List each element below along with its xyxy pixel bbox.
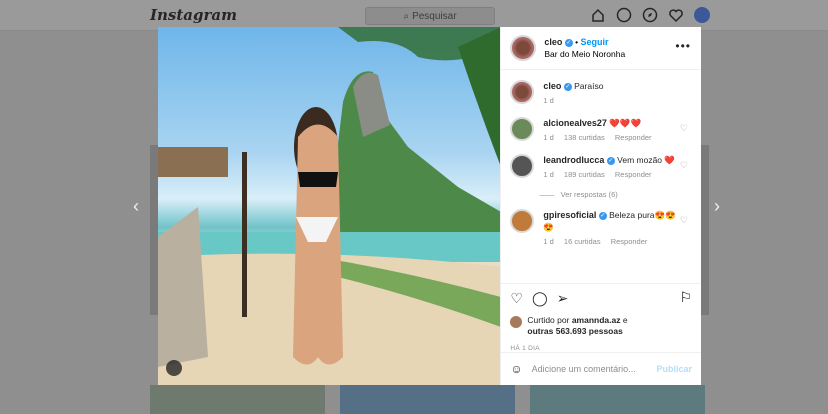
background-tile — [340, 385, 515, 414]
view-replies-label: Ver respostas (6) — [560, 190, 618, 199]
liker-avatar[interactable] — [510, 316, 523, 328]
emoji-icon[interactable]: ☺ — [510, 362, 522, 376]
share-icon[interactable]: ➢ — [557, 290, 569, 307]
verified-badge-icon: ✓ — [564, 38, 573, 47]
profile-avatar[interactable] — [694, 7, 710, 23]
commenter-avatar[interactable] — [510, 117, 535, 141]
comment-likes[interactable]: 189 curtidas — [564, 170, 605, 179]
author-avatar[interactable] — [510, 80, 535, 104]
comment-text: ❤️❤️❤️ — [609, 118, 642, 128]
liked-by-label: Curtido por — [527, 315, 570, 325]
caption-time: 1 d — [543, 96, 554, 105]
reply-button[interactable]: Responder — [611, 237, 648, 246]
post-modal: cleo ✓ • Seguir Bar do Meio Noronha ••• … — [158, 27, 701, 385]
add-comment-bar: ☺ Adicione um comentário... Publicar — [501, 352, 701, 385]
comment-time: 1 d — [543, 237, 554, 246]
comments-list[interactable]: cleo ✓ Paraíso 1 d alcionealves27 ❤️❤️❤️… — [501, 70, 701, 283]
verified-badge-icon: ✓ — [598, 211, 607, 220]
caption: cleo ✓ Paraíso 1 d — [510, 80, 692, 107]
background-tile — [150, 145, 158, 315]
next-arrow-icon[interactable]: › — [714, 196, 720, 217]
nav-icons — [590, 7, 710, 23]
comment-likes[interactable]: 16 curtidas — [564, 237, 601, 246]
post-location[interactable]: Bar do Meio Noronha — [544, 48, 625, 60]
caption-username[interactable]: cleo — [543, 81, 561, 91]
messenger-icon[interactable] — [616, 7, 632, 23]
commenter-avatar[interactable] — [510, 209, 535, 233]
search-input[interactable]: ⌕ Pesquisar — [365, 7, 495, 25]
comment-username[interactable]: leandrodlucca — [543, 155, 604, 165]
comment: leandrodlucca ✓ Vem mozão ❤️ 1 d 189 cur… — [510, 154, 692, 181]
reply-button[interactable]: Responder — [615, 133, 652, 142]
comment: gpiresoficial ✓ Beleza pura😍😍😍 1 d 16 cu… — [510, 209, 692, 248]
background-tile — [530, 385, 705, 414]
home-icon[interactable] — [590, 7, 606, 23]
separator-dot: • — [575, 37, 579, 47]
search-icon: ⌕ — [403, 10, 410, 22]
background-tile — [150, 385, 325, 414]
previous-arrow-icon[interactable]: ‹ — [133, 196, 139, 217]
publish-button[interactable]: Publicar — [656, 364, 692, 374]
post-header: cleo ✓ • Seguir Bar do Meio Noronha ••• — [501, 27, 701, 70]
author-avatar[interactable] — [510, 35, 537, 61]
bookmark-icon[interactable]: ⚐ — [679, 289, 692, 306]
liked-by: Curtido por amannda.az e outras 563.693 … — [510, 315, 692, 337]
verified-badge-icon: ✓ — [606, 156, 615, 165]
liked-by-user[interactable]: amannda.az — [572, 315, 621, 325]
comment-input[interactable]: Adicione um comentário... — [532, 364, 636, 374]
comment-username[interactable]: gpiresoficial — [543, 210, 596, 220]
like-comment-icon[interactable]: ♡ — [680, 123, 688, 134]
comment-time: 1 d — [543, 133, 554, 142]
author-username[interactable]: cleo — [544, 37, 562, 47]
post-timestamp[interactable]: HÁ 1 DIA — [510, 345, 692, 352]
follow-button[interactable]: Seguir — [581, 37, 609, 47]
likes-count[interactable]: outras 563.693 pessoas — [527, 326, 622, 336]
comment-icon[interactable]: ◯ — [532, 290, 548, 307]
explore-icon[interactable] — [642, 7, 658, 23]
post-side-panel: cleo ✓ • Seguir Bar do Meio Noronha ••• … — [500, 27, 701, 385]
more-options-icon[interactable]: ••• — [675, 39, 691, 53]
like-comment-icon[interactable]: ♡ — [680, 160, 688, 171]
post-photo[interactable] — [158, 27, 501, 385]
caption-text: Paraíso — [574, 81, 604, 91]
comment: alcionealves27 ❤️❤️❤️ 1 d 138 curtidas R… — [510, 117, 692, 144]
like-icon[interactable]: ♡ — [510, 290, 523, 307]
like-comment-icon[interactable]: ♡ — [680, 215, 688, 226]
liked-by-and: e — [622, 315, 628, 325]
background-tile — [701, 145, 709, 315]
instagram-logo[interactable]: Instagram — [150, 6, 237, 24]
view-replies-link[interactable]: —— Ver respostas (6) — [539, 190, 692, 199]
beach-scene — [158, 27, 501, 385]
verified-badge-icon: ✓ — [563, 82, 572, 91]
comment-likes[interactable]: 138 curtidas — [564, 133, 605, 142]
search-placeholder: Pesquisar — [412, 10, 457, 22]
comment-text: Vem mozão ❤️ — [617, 155, 675, 165]
comment-time: 1 d — [543, 170, 554, 179]
commenter-avatar[interactable] — [510, 154, 535, 178]
reply-button[interactable]: Responder — [615, 170, 652, 179]
heart-icon[interactable] — [668, 7, 684, 23]
post-actions: ♡ ◯ ➢ ⚐ Curtido por amannda.az e outras … — [501, 283, 701, 358]
comment-username[interactable]: alcionealves27 — [543, 118, 607, 128]
